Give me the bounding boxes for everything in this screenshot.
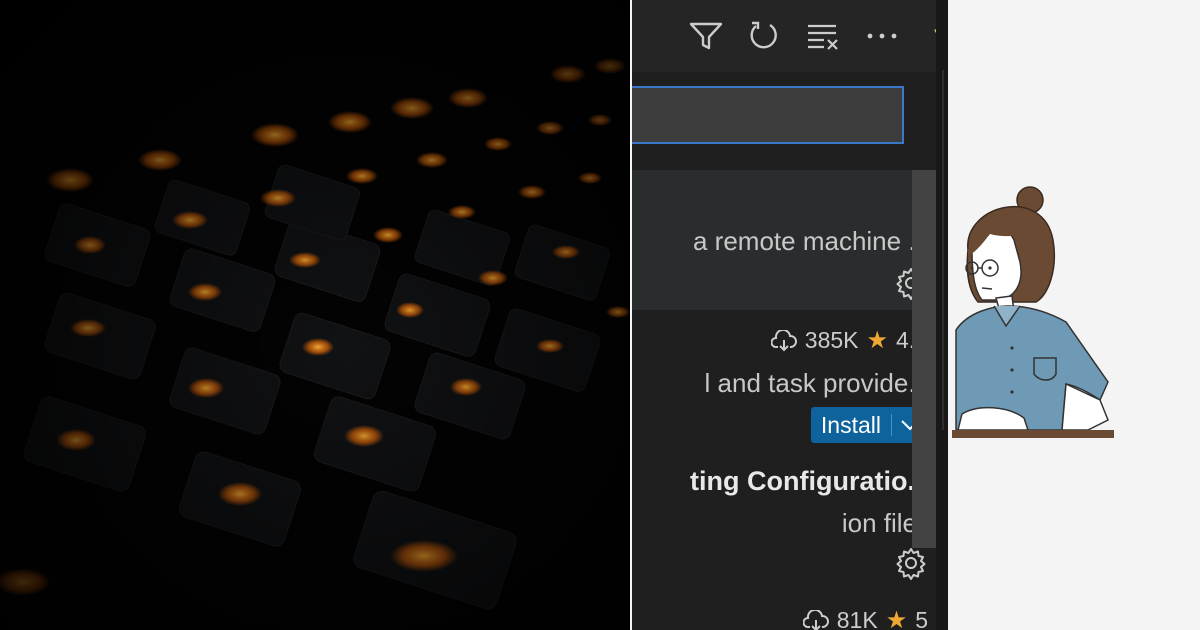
extension-list-item[interactable]: 385K ★ 4.5 l and task provide... Install [632, 310, 936, 450]
cloud-download-icon [802, 609, 829, 630]
backlit-keyboard-image [0, 0, 630, 630]
editor-edge [936, 0, 948, 630]
extension-list-item[interactable]: 81K ★ 5 [632, 590, 936, 630]
more-actions-icon[interactable] [862, 16, 902, 56]
vscode-extensions-panel: JS a remote machine ... 385K ★ 4.5 l and… [632, 0, 948, 630]
extension-list-item[interactable]: ting Configuratio... ion files [632, 450, 936, 590]
refresh-icon[interactable] [744, 16, 784, 56]
extension-description: l and task provide... [704, 368, 930, 398]
illustration-panel [948, 0, 1200, 630]
extension-title: ting Configuratio... [690, 466, 930, 496]
cloud-download-icon [770, 329, 797, 351]
scrollbar-thumb[interactable] [912, 170, 936, 548]
extension-description: a remote machine ... [693, 226, 930, 256]
extension-stats: 385K ★ 4.5 [770, 326, 928, 355]
extension-list-item[interactable]: a remote machine ... [632, 170, 936, 310]
extension-stats: 81K ★ 5 [802, 606, 928, 630]
rating-value: 5 [915, 607, 928, 630]
extension-search-input[interactable] [632, 86, 904, 144]
download-count: 385K [804, 327, 859, 353]
extensions-toolbar: JS [632, 0, 948, 72]
star-icon: ★ [885, 607, 908, 630]
download-count: 81K [836, 607, 878, 630]
clear-list-icon[interactable] [803, 16, 843, 56]
gear-icon[interactable] [894, 546, 928, 580]
person-illustration [952, 186, 1114, 438]
keyboard-photo [0, 0, 630, 630]
filter-icon[interactable] [686, 16, 726, 56]
star-icon: ★ [866, 327, 889, 354]
install-label[interactable]: Install [811, 407, 891, 443]
install-button[interactable]: Install [810, 407, 928, 443]
